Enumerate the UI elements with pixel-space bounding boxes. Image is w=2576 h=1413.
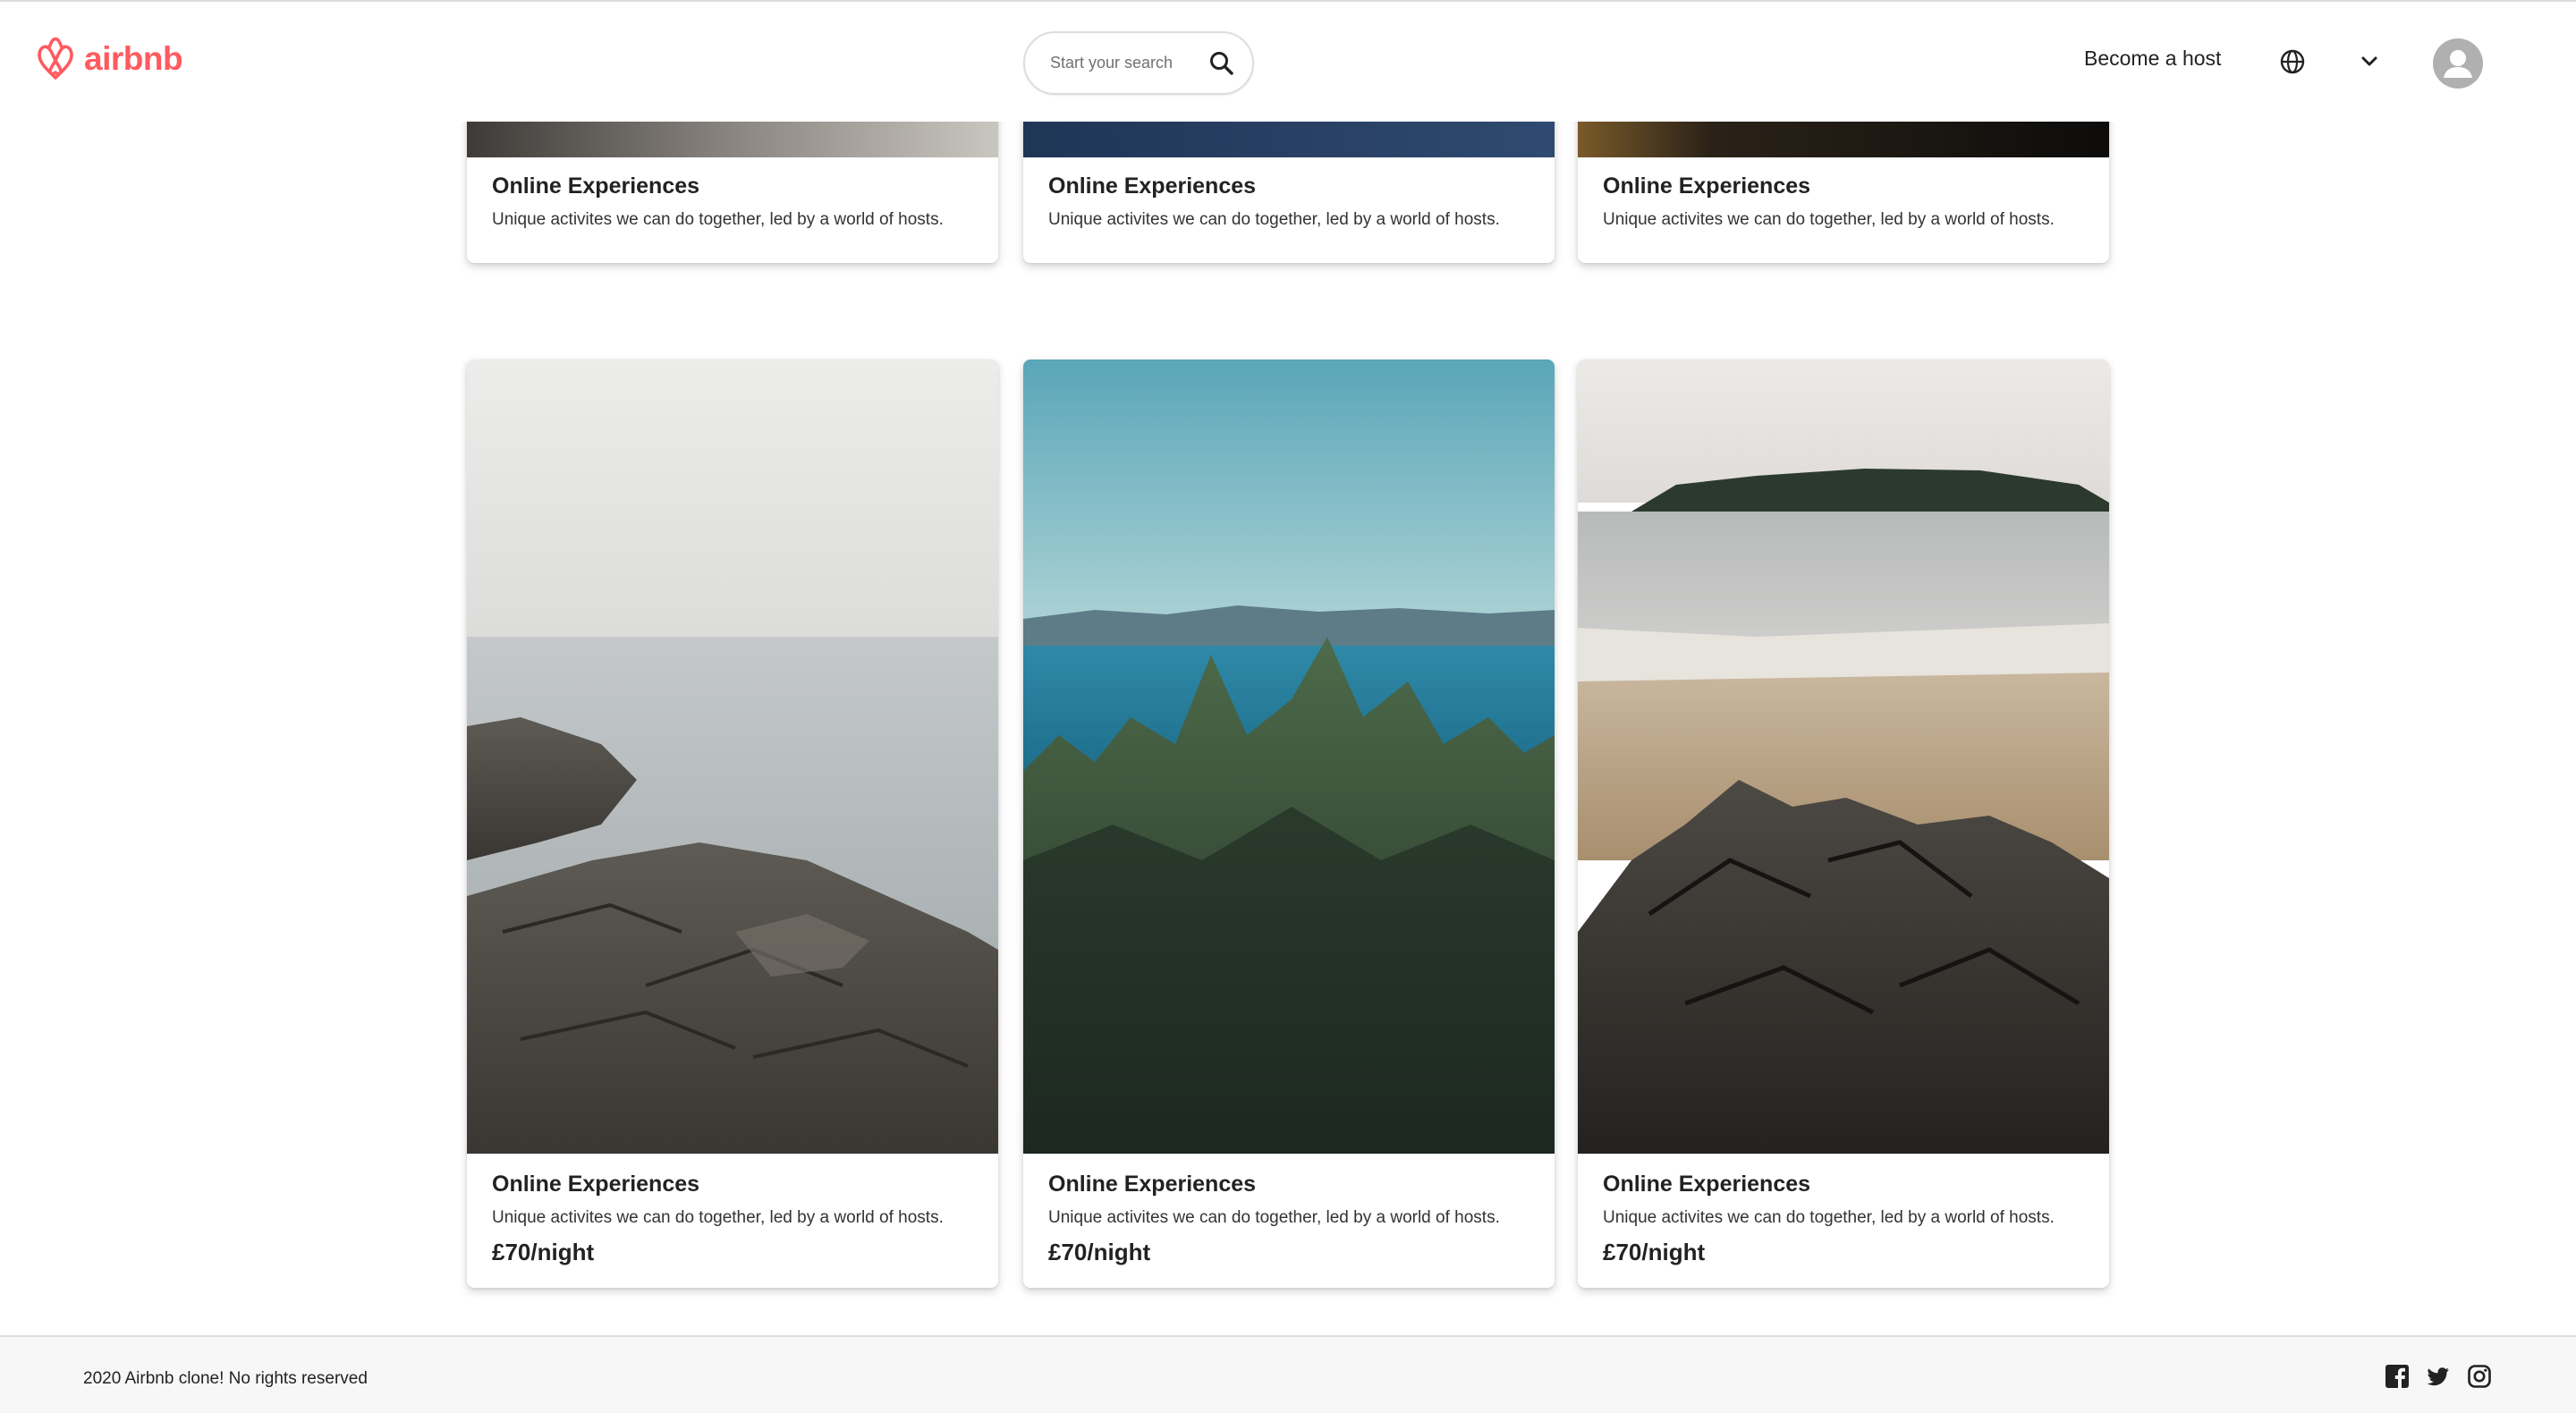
search-bar[interactable] <box>1023 31 1254 95</box>
cards-section: Online Experiences Unique activites we c… <box>0 0 2576 1335</box>
twitter-icon <box>2427 1367 2449 1386</box>
twitter-link[interactable] <box>2426 1364 2451 1389</box>
card-title: Online Experiences <box>492 173 700 199</box>
airbnb-logo[interactable]: airbnb <box>34 36 183 82</box>
top-navbar: airbnb Become a host <box>0 0 2576 122</box>
card-title: Online Experiences <box>1603 173 1811 199</box>
copyright-text: 2020 Airbnb clone! No rights reserved <box>83 1369 368 1388</box>
logo-text: airbnb <box>84 40 183 77</box>
card-title: Online Experiences <box>1603 1172 1811 1197</box>
facebook-icon <box>2385 1365 2409 1388</box>
card-description: Unique activites we can do together, led… <box>1603 1208 2055 1227</box>
rocky-shoreline-image <box>467 360 998 1154</box>
card-description: Unique activites we can do together, led… <box>1048 1208 1500 1227</box>
user-avatar[interactable] <box>2433 38 2483 89</box>
experience-card[interactable]: Online Experiences Unique activites we c… <box>1578 360 2109 1288</box>
airbnb-logo-icon <box>38 37 73 80</box>
card-description: Unique activites we can do together, led… <box>1603 210 2055 229</box>
card-body: Online Experiences Unique activites we c… <box>492 1172 984 1266</box>
card-price: £70/night <box>1048 1239 1151 1265</box>
experience-card[interactable]: Online Experiences Unique activites we c… <box>467 360 998 1288</box>
language-button[interactable] <box>2279 48 2306 75</box>
instagram-icon <box>2468 1365 2491 1388</box>
instagram-link[interactable] <box>2467 1364 2492 1389</box>
card-body: Online Experiences Unique activites we c… <box>1048 173 1540 230</box>
card-title: Online Experiences <box>1048 1172 1257 1197</box>
facebook-link[interactable] <box>2385 1364 2410 1389</box>
card-price: £70/night <box>492 1239 595 1265</box>
card-title: Online Experiences <box>1048 173 1257 199</box>
card-body: Online Experiences Unique activites we c… <box>1603 1172 2095 1266</box>
user-avatar-icon <box>2444 50 2472 78</box>
card-body: Online Experiences Unique activites we c… <box>492 173 984 230</box>
card-body: Online Experiences Unique activites we c… <box>1603 173 2095 230</box>
card-description: Unique activites we can do together, led… <box>1048 210 1500 229</box>
card-price: £70/night <box>1603 1239 1706 1265</box>
search-icon <box>1210 52 1233 75</box>
chevron-down-icon <box>2361 56 2377 66</box>
search-input[interactable] <box>1050 54 1202 72</box>
beach-and-rocks-image <box>1578 360 2109 1154</box>
card-body: Online Experiences Unique activites we c… <box>1048 1172 1540 1266</box>
card-title: Online Experiences <box>492 1172 700 1197</box>
menu-dropdown-button[interactable] <box>2358 52 2381 72</box>
search-button[interactable] <box>1208 49 1236 78</box>
footer: 2020 Airbnb clone! No rights reserved <box>0 1335 2576 1413</box>
card-description: Unique activites we can do together, led… <box>492 1208 944 1227</box>
experience-card[interactable]: Online Experiences Unique activites we c… <box>1023 360 1555 1288</box>
globe-icon <box>2280 49 2305 74</box>
card-description: Unique activites we can do together, led… <box>492 210 944 229</box>
become-a-host-link[interactable]: Become a host <box>2084 47 2221 71</box>
forest-and-lake-image <box>1023 360 1555 1154</box>
